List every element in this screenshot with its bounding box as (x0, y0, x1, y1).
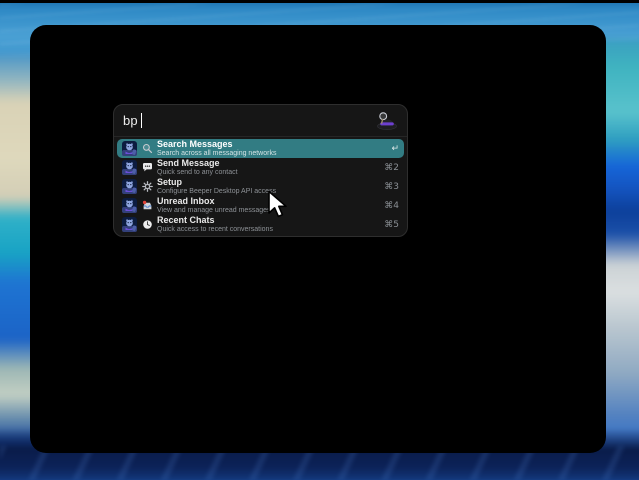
result-row-search-messages[interactable]: Search Messages Search across all messag… (117, 139, 404, 158)
fullscreen-black-surface (30, 25, 606, 453)
result-texts: Unread Inbox View and manage unread mess… (157, 195, 271, 215)
gear-icon (142, 181, 153, 192)
detective-hat-magnifier-icon (374, 111, 398, 131)
search-bar: bp (114, 105, 407, 136)
results-list: Search Messages Search across all messag… (114, 137, 407, 238)
result-subtitle: Quick access to recent conversations (157, 226, 273, 234)
result-row-setup[interactable]: Setup Configure Beeper Desktop API acces… (117, 177, 404, 196)
beeper-app-icon (122, 217, 137, 232)
result-title: Send Message (157, 157, 220, 168)
shortcut-hint: ⌘2 (384, 162, 399, 173)
beeper-app-icon (122, 179, 137, 194)
result-subtitle: Quick send to any contact (157, 169, 238, 177)
beeper-app-icon (122, 198, 137, 213)
result-subtitle: View and manage unread messages (157, 207, 271, 215)
result-title: Search Messages (157, 138, 233, 149)
beeper-app-icon (122, 160, 137, 175)
shortcut-hint: ⌘3 (384, 181, 399, 192)
result-subtitle: Configure Beeper Desktop API access (157, 188, 277, 196)
result-texts: Search Messages Search across all messag… (157, 138, 277, 158)
search-input[interactable]: bp (123, 113, 374, 128)
speech-bubble-icon (142, 162, 153, 173)
text-caret (140, 113, 142, 128)
launcher-window: bp Search Messages Search across all mes… (113, 104, 408, 237)
search-query-text: bp (123, 113, 138, 128)
result-texts: Recent Chats Quick access to recent conv… (157, 214, 273, 234)
beeper-app-icon (122, 141, 137, 156)
result-title: Unread Inbox (157, 195, 215, 206)
shortcut-hint: ↵ (391, 143, 399, 154)
result-title: Setup (157, 176, 183, 187)
result-row-recent-chats[interactable]: Recent Chats Quick access to recent conv… (117, 215, 404, 234)
result-texts: Send Message Quick send to any contact (157, 157, 238, 177)
result-subtitle: Search across all messaging networks (157, 150, 277, 158)
top-black-strip (0, 0, 639, 3)
magnifier-icon (142, 143, 153, 154)
shortcut-hint: ⌘4 (384, 200, 399, 211)
shortcut-hint: ⌘5 (384, 219, 399, 230)
clock-icon (142, 219, 153, 230)
result-row-send-message[interactable]: Send Message Quick send to any contact ⌘… (117, 158, 404, 177)
result-title: Recent Chats (157, 214, 215, 225)
inbox-icon (142, 200, 153, 211)
result-row-unread-inbox[interactable]: Unread Inbox View and manage unread mess… (117, 196, 404, 215)
result-texts: Setup Configure Beeper Desktop API acces… (157, 176, 277, 196)
